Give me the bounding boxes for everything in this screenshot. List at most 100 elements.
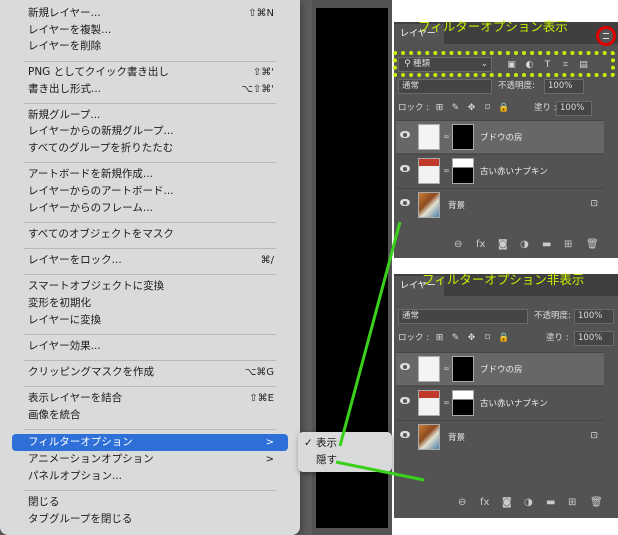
link-icon: ∞	[443, 132, 450, 141]
menu-item-label: 表示レイヤーを結合	[28, 392, 123, 404]
menu-item-create-clipping-mask[interactable]: クリッピングマスクを作成 ⌥⌘G	[12, 364, 288, 381]
lock-all-icon[interactable]: 🔒	[498, 103, 509, 114]
trash-icon[interactable]: 🗑	[590, 497, 603, 508]
menu-item-label: レイヤーをロック...	[28, 254, 122, 266]
layer-row[interactable]: 背景 ⊡	[396, 420, 604, 453]
menu-item-collapse-groups[interactable]: すべてのグループを折りたたむ	[12, 140, 288, 157]
fx-icon[interactable]: fx	[480, 497, 489, 508]
lock-transparent-icon[interactable]: ⊞	[434, 103, 445, 114]
menu-item-close[interactable]: 閉じる	[12, 494, 288, 511]
menu-item-group-from-layers[interactable]: レイヤーからの新規グループ...	[12, 123, 288, 140]
menu-item-mask-all-objects[interactable]: すべてのオブジェクトをマスク	[12, 226, 288, 243]
menu-item-convert-to-layers[interactable]: レイヤーに変換	[12, 312, 288, 329]
new-layer-icon[interactable]: ⊞	[564, 239, 572, 250]
adjustment-layer-icon[interactable]: ◑	[524, 497, 533, 508]
layer-row[interactable]: 背景 ⊡	[396, 188, 604, 221]
menu-item-label: レイヤーからのアートボード...	[28, 185, 174, 197]
layer-name: 背景	[448, 433, 466, 443]
fill-label: 塗り :	[546, 333, 569, 343]
panel-menu-icon[interactable]	[596, 26, 616, 46]
lock-brush-icon[interactable]: ✎	[450, 103, 461, 114]
adjustment-layer-icon[interactable]: ◑	[520, 239, 529, 250]
menu-item-shortcut: ⌥⌘G	[244, 367, 274, 378]
fill-field[interactable]: 100%	[574, 331, 614, 346]
menu-item-panel-options[interactable]: パネルオプション...	[12, 468, 288, 485]
fill-label: 塗り :	[534, 103, 557, 113]
menu-separator	[24, 334, 276, 335]
menu-item-label: PNG としてクイック書き出し	[28, 66, 169, 78]
opacity-field[interactable]: 100%	[544, 79, 584, 94]
opacity-field[interactable]: 100%	[574, 309, 614, 324]
menu-item-label: レイヤーに変換	[28, 314, 102, 326]
menu-item-reset-transform[interactable]: 変形を初期化	[12, 295, 288, 312]
menu-separator	[24, 103, 276, 104]
menu-separator	[24, 386, 276, 387]
menu-item-close-tab-group[interactable]: タブグループを閉じる	[12, 511, 288, 528]
menu-item-label: 新規グループ...	[28, 109, 101, 121]
fx-icon[interactable]: fx	[476, 239, 485, 250]
menu-item-delete-layer[interactable]: レイヤーを削除	[12, 38, 288, 55]
submenu-item-show[interactable]: ✓ 表示	[304, 435, 337, 451]
menu-item-flatten-image[interactable]: 画像を統合	[12, 407, 288, 424]
menu-item-label: クリッピングマスクを作成	[28, 366, 154, 378]
menu-item-export-as[interactable]: 書き出し形式... ⌥⇧⌘'	[12, 81, 288, 98]
new-group-icon[interactable]: ▬	[546, 497, 555, 508]
eye-icon[interactable]	[400, 363, 410, 370]
new-group-icon[interactable]: ▬	[542, 239, 551, 250]
menu-item-quick-export-png[interactable]: PNG としてクイック書き出し ⇧⌘'	[12, 64, 288, 81]
layer-mask-thumbnail	[452, 390, 474, 416]
menu-item-filter-options[interactable]: フィルターオプション >	[12, 434, 288, 451]
add-mask-icon[interactable]: ◙	[502, 497, 512, 508]
submenu-item-hide[interactable]: 隠す	[304, 452, 337, 468]
menu-item-new-artboard[interactable]: アートボードを新規作成...	[12, 166, 288, 183]
menu-item-artboard-from-layers[interactable]: レイヤーからのアートボード...	[12, 183, 288, 200]
layer-name: ブドウの房	[480, 133, 523, 143]
lock-label: ロック :	[398, 103, 430, 113]
eye-icon[interactable]	[400, 397, 410, 404]
menu-item-new-group[interactable]: 新規グループ...	[12, 107, 288, 124]
menu-item-duplicate-layer[interactable]: レイヤーを複製...	[12, 22, 288, 39]
lock-artboard-icon[interactable]: ⌑	[482, 103, 493, 114]
menu-item-convert-smart-object[interactable]: スマートオブジェクトに変換	[12, 278, 288, 295]
eye-icon[interactable]	[400, 165, 410, 172]
lock-all-icon[interactable]: 🔒	[498, 333, 509, 344]
eye-icon[interactable]	[400, 131, 410, 138]
eye-icon[interactable]	[400, 199, 410, 206]
menu-item-layer-effects[interactable]: レイヤー効果...	[12, 338, 288, 355]
add-mask-icon[interactable]: ◙	[498, 239, 508, 250]
lock-brush-icon[interactable]: ✎	[450, 333, 461, 344]
lock-transparent-icon[interactable]: ⊞	[434, 333, 445, 344]
menu-item-merge-visible[interactable]: 表示レイヤーを結合 ⇧⌘E	[12, 390, 288, 407]
lock-artboard-icon[interactable]: ⌑	[482, 333, 493, 344]
menu-item-animation-options[interactable]: アニメーションオプション >	[12, 451, 288, 468]
layer-row[interactable]: ∞ ブドウの房	[396, 352, 604, 385]
trash-icon[interactable]: 🗑	[586, 239, 599, 250]
link-layers-icon[interactable]: ⊖	[454, 239, 462, 250]
layer-name: 背景	[448, 201, 466, 211]
menu-item-label: フィルターオプション	[28, 436, 133, 448]
layer-row[interactable]: ∞ 古い赤いナプキン	[396, 154, 604, 187]
layer-row[interactable]: ∞ 古い赤いナプキン	[396, 386, 604, 419]
menu-item-lock-layers[interactable]: レイヤーをロック... ⌘/	[12, 252, 288, 269]
link-layers-icon[interactable]: ⊖	[458, 497, 466, 508]
eye-icon[interactable]	[400, 431, 410, 438]
blend-mode-value: 通常	[402, 311, 420, 321]
menu-item-label: 書き出し形式...	[28, 83, 102, 95]
layer-name: 古い赤いナプキン	[480, 167, 548, 177]
new-layer-icon[interactable]: ⊞	[568, 497, 576, 508]
fill-field[interactable]: 100%	[556, 101, 592, 116]
layer-thumbnail	[418, 124, 440, 150]
blend-mode-dropdown[interactable]: 通常	[398, 79, 492, 94]
menu-item-new-layer[interactable]: 新規レイヤー... ⇧⌘N	[12, 5, 288, 22]
blend-mode-dropdown[interactable]: 通常	[398, 309, 528, 324]
lock-position-icon[interactable]: ✥	[466, 103, 477, 114]
lock-icon: ⊡	[590, 431, 598, 441]
lock-position-icon[interactable]: ✥	[466, 333, 477, 344]
menu-item-frame-from-layers[interactable]: レイヤーからのフレーム...	[12, 200, 288, 217]
layer-mask-thumbnail	[452, 158, 474, 184]
annotation-filter-hidden: フィルターオプション非表示	[422, 272, 585, 287]
menu-separator	[24, 429, 276, 430]
layer-row[interactable]: ∞ ブドウの房	[396, 120, 604, 153]
submenu-arrow-icon: >	[265, 454, 274, 465]
opacity-value: 100%	[548, 81, 573, 91]
